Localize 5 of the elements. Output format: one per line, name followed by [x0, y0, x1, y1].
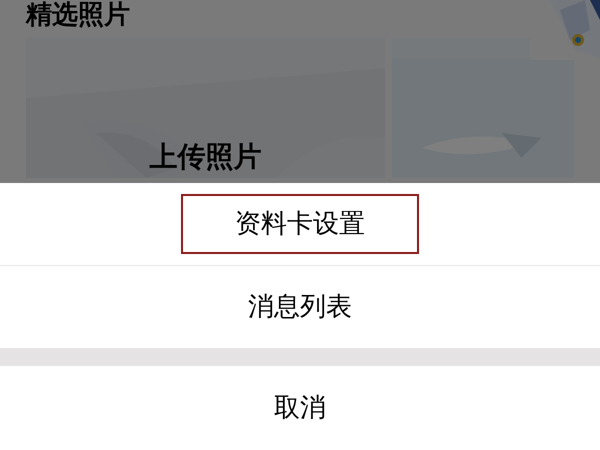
cancel-button[interactable]: 取消	[181, 378, 419, 438]
menu-item[interactable]: 资料卡设置	[181, 194, 419, 254]
menu-item[interactable]: 消息列表	[181, 277, 419, 337]
page-title: 精选照片	[26, 0, 130, 30]
upload-label: 上传照片	[149, 140, 262, 174]
